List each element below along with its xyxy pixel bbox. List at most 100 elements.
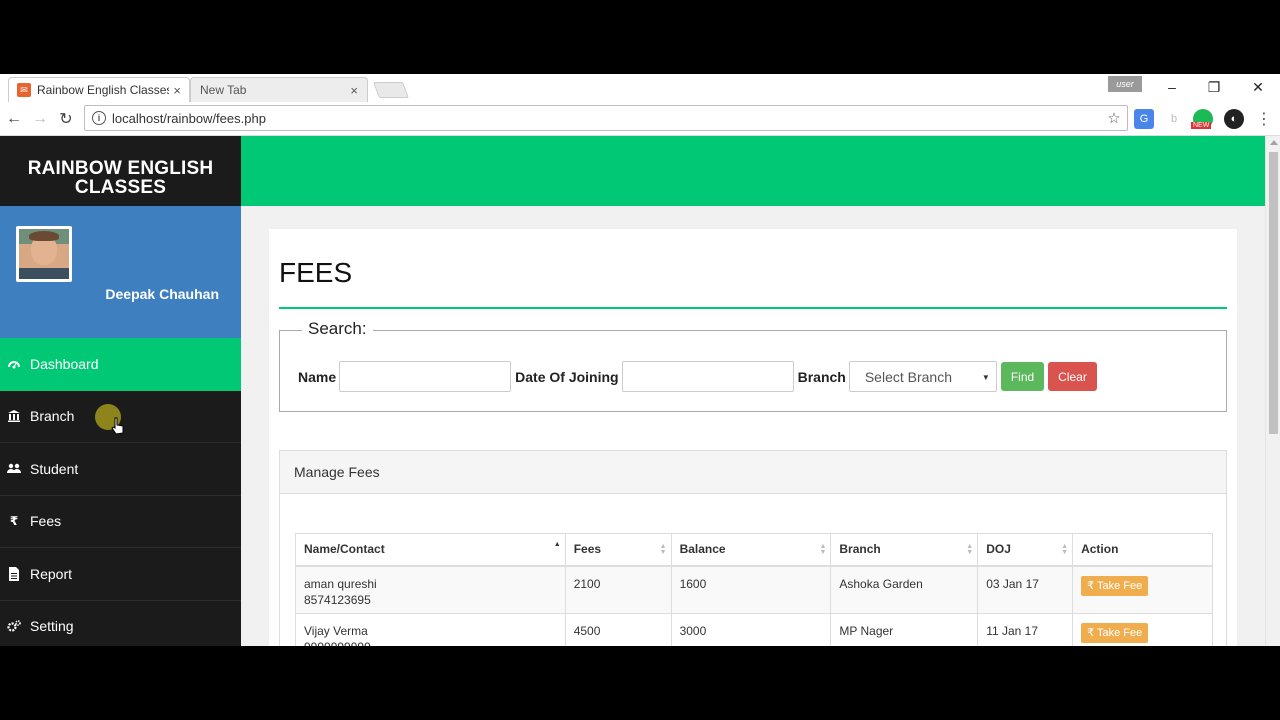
sidebar-item-label: Student — [30, 460, 79, 477]
manage-fees-panel: Manage Fees Name/Contact ▲ Fees ▲ ▼ Balance… — [279, 450, 1227, 646]
sidebar-item-label: Fees — [30, 513, 62, 530]
take-fee-button[interactable]: ₹ Take Fee — [1081, 575, 1149, 596]
menu-kebab-icon[interactable]: ⋮ — [1254, 109, 1274, 129]
doj-label: Date Of Joining — [515, 368, 619, 385]
scrollbar-thumb[interactable] — [1269, 152, 1278, 434]
profile-name: Deepak Chauhan — [105, 286, 219, 302]
tab-title: New Tab — [200, 83, 247, 97]
sidebar-item-label: Report — [30, 565, 73, 582]
browser-window: ✉ Rainbow English Classes × New Tab × us… — [0, 74, 1280, 646]
brand-title: RAINBOW ENGLISH CLASSES — [0, 136, 241, 206]
cell-name-contact: Vijay Verma9999999999 — [295, 613, 566, 646]
sort-icon: ▲ ▼ — [1061, 543, 1069, 556]
name-input[interactable] — [339, 361, 512, 392]
translate-extension-icon[interactable]: G — [1134, 109, 1154, 129]
dark-extension-icon[interactable]: ◐ — [1224, 109, 1244, 129]
sidebar-item-fees[interactable]: ₹ Fees — [0, 496, 241, 548]
profile-user-badge[interactable]: user — [1108, 76, 1142, 92]
sidebar-item-label: Setting — [30, 618, 74, 635]
rupee-icon: ₹ — [9, 514, 19, 529]
doj-input[interactable] — [621, 361, 794, 392]
back-arrow-icon[interactable]: ← — [3, 108, 25, 130]
brand-line-1: RAINBOW ENGLISH — [27, 158, 214, 179]
sidebar-item-setting[interactable]: Setting — [0, 601, 241, 647]
sort-icon: ▲ ▼ — [659, 543, 667, 556]
cell-action: ₹ Take Fee — [1072, 565, 1213, 614]
info-icon[interactable]: i — [92, 111, 106, 125]
page-scrollbar[interactable] — [1265, 136, 1280, 646]
column-header-fees[interactable]: Fees ▲ ▼ — [564, 533, 672, 567]
cell-balance: 1600 — [670, 565, 832, 614]
manage-fees-heading: Manage Fees — [280, 451, 1226, 494]
address-bar[interactable]: i localhost/rainbow/fees.php ☆ — [84, 105, 1128, 131]
new-tab-button[interactable] — [373, 82, 409, 98]
cell-action: ₹ Take Fee — [1072, 613, 1213, 646]
search-legend: Search: — [302, 319, 373, 339]
url-text[interactable]: localhost/rainbow/fees.php — [112, 111, 1101, 126]
column-header-action: Action — [1072, 533, 1213, 567]
page-title: FEES — [279, 257, 353, 288]
header-band — [241, 136, 1265, 206]
column-header-balance[interactable]: Balance ▲ ▼ — [670, 533, 832, 567]
site-favicon-icon: ✉ — [17, 83, 31, 97]
gears-icon — [7, 619, 21, 633]
table-row: aman qureshi 8574123695 2100 1600 Ashoka … — [295, 565, 1213, 614]
document-icon — [7, 566, 21, 581]
bookmark-star-icon[interactable]: ☆ — [1101, 109, 1127, 127]
sort-icon: ▲ ▼ — [966, 543, 974, 556]
table-row: Vijay Verma9999999999 4500 3000 MP Nager… — [295, 613, 1213, 646]
green-extension-icon[interactable]: NEW — [1191, 109, 1213, 129]
b-extension-icon[interactable]: b — [1164, 109, 1184, 129]
find-button[interactable]: Find — [1000, 362, 1045, 391]
branch-label: Branch — [797, 368, 846, 385]
users-icon — [7, 462, 21, 476]
branch-select[interactable]: Select Branch ▼ — [848, 361, 997, 392]
branch-select-value: Select Branch — [864, 368, 952, 385]
sidebar-item-report[interactable]: Report — [0, 548, 241, 601]
cell-doj: 11 Jan 17 — [977, 613, 1074, 646]
title-divider — [279, 307, 1227, 309]
table-header-row: Name/Contact ▲ Fees ▲ ▼ Balance ▲ ▼ Branch ▲ ▼ … — [295, 533, 1213, 567]
search-form: Name Date Of Joining Branch Select Branc… — [298, 361, 1097, 392]
sidebar-item-label: Dashboard — [30, 356, 99, 373]
sort-icon: ▲ ▼ — [819, 543, 827, 556]
sidebar-item-dashboard[interactable]: Dashboard — [0, 338, 241, 391]
avatar — [16, 226, 72, 282]
app-viewport: RAINBOW ENGLISH CLASSES Deepak Chauhan D… — [0, 136, 1280, 646]
profile-panel: Deepak Chauhan — [0, 206, 241, 338]
restore-icon[interactable]: ❐ — [1192, 76, 1236, 98]
cell-branch: Ashoka Garden — [830, 565, 979, 614]
column-header-doj[interactable]: DOJ ▲ ▼ — [977, 533, 1074, 567]
search-fieldset: Search: Name Date Of Joining Branch Sele… — [279, 319, 1227, 412]
tab-new-tab[interactable]: New Tab × — [190, 77, 368, 102]
new-badge: NEW — [1191, 122, 1212, 129]
chevron-down-icon: ▼ — [981, 373, 990, 382]
reload-icon[interactable]: ↻ — [55, 108, 77, 130]
column-header-branch[interactable]: Branch ▲ ▼ — [830, 533, 979, 567]
sidebar: RAINBOW ENGLISH CLASSES Deepak Chauhan D… — [0, 136, 241, 646]
forward-arrow-icon[interactable]: → — [29, 108, 51, 130]
cell-name-contact: aman qureshi 8574123695 — [295, 565, 566, 614]
tab-title: Rainbow English Classes — [37, 83, 170, 97]
close-window-icon[interactable]: ✕ — [1236, 76, 1280, 98]
tab-close-icon[interactable]: × — [350, 83, 358, 98]
fees-table: Name/Contact ▲ Fees ▲ ▼ Balance ▲ ▼ Branch ▲ ▼ … — [295, 533, 1213, 646]
minimize-icon[interactable]: – — [1150, 76, 1194, 98]
browser-toolbar: ← → ↻ i localhost/rainbow/fees.php ☆ G b… — [0, 102, 1280, 136]
sidebar-item-branch[interactable]: Branch — [0, 391, 241, 443]
clear-button[interactable]: Clear — [1048, 362, 1097, 391]
tab-strip: ✉ Rainbow English Classes × New Tab × us… — [0, 74, 1280, 102]
cell-branch: MP Nager — [830, 613, 979, 646]
dashboard-icon — [7, 357, 21, 371]
tab-rainbow-english-classes[interactable]: ✉ Rainbow English Classes × — [8, 77, 190, 102]
cell-fees: 4500 — [564, 613, 672, 646]
name-label: Name — [298, 368, 337, 385]
tab-close-icon[interactable]: × — [173, 83, 181, 98]
bank-icon — [7, 409, 21, 423]
take-fee-button[interactable]: ₹ Take Fee — [1081, 623, 1149, 643]
hand-cursor-icon — [111, 417, 124, 435]
brand-line-2: CLASSES — [74, 177, 167, 198]
sidebar-item-student[interactable]: Student — [0, 443, 241, 496]
cell-fees: 2100 — [564, 565, 672, 614]
column-header-name-contact[interactable]: Name/Contact ▲ — [295, 533, 566, 567]
